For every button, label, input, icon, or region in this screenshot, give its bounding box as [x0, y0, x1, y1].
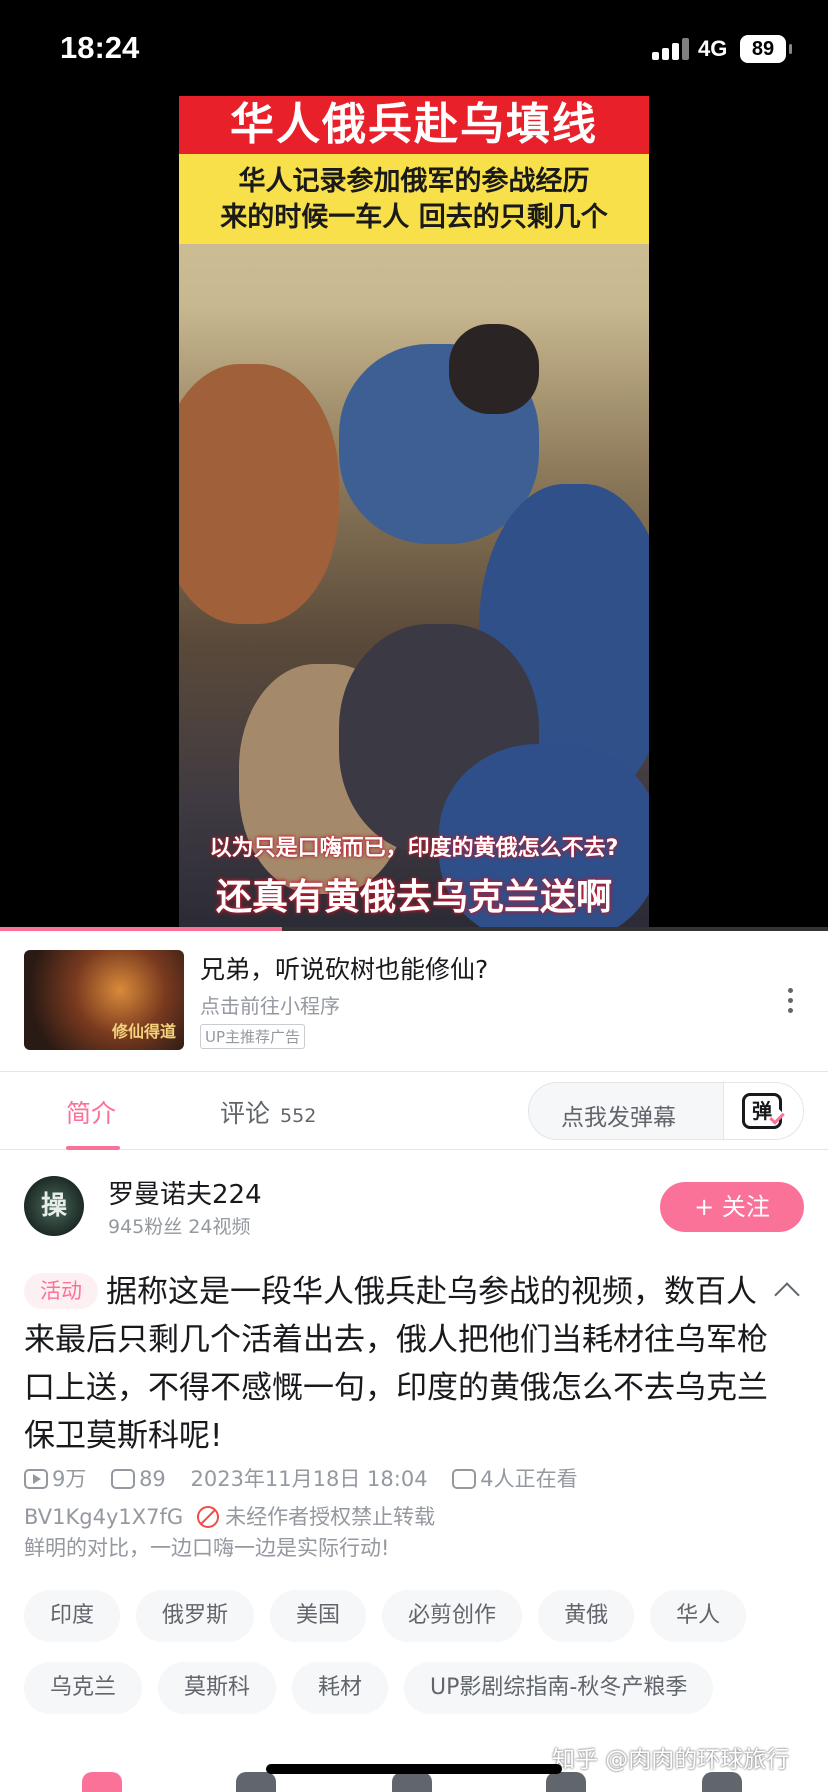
- play-count-icon: [24, 1469, 48, 1489]
- video-description: 活动 据称这是一段华人俄兵赴乌参战的视频，数百人来最后只剩几个活着出去，俄人把他们…: [24, 1268, 784, 1460]
- danmaku-toggle-button[interactable]: 弹: [723, 1083, 803, 1139]
- video-frame[interactable]: 华人俄兵赴乌填线 华人记录参加俄军的参战经历 来的时候一车人 回去的只剩几个 以…: [179, 96, 649, 930]
- tag-chip[interactable]: 乌克兰: [24, 1662, 143, 1714]
- view-count: 9万: [52, 1467, 87, 1491]
- tab-intro[interactable]: 简介: [66, 1094, 116, 1130]
- activity-badge[interactable]: 活动: [24, 1273, 98, 1309]
- video-player[interactable]: 18:24 4G 89 华人俄兵赴乌填线 华人记录参加俄军的参战经历 来的时候一…: [0, 0, 828, 931]
- uploader-stats: 945粉丝 24视频: [108, 1216, 251, 1238]
- home-indicator: [266, 1764, 562, 1774]
- favorite-icon[interactable]: [392, 1772, 432, 1792]
- video-scene-image: [179, 244, 649, 930]
- video-tagline: 鲜明的对比，一边口嗨一边是实际行动!: [24, 1536, 390, 1560]
- tag-chip[interactable]: 美国: [270, 1590, 367, 1642]
- bvid: BV1Kg4y1X7fG: [24, 1505, 184, 1529]
- share-icon[interactable]: [702, 1772, 742, 1792]
- comment-count: 552: [280, 1105, 317, 1127]
- status-time: 18:24: [60, 30, 140, 65]
- danmaku-count: 89: [139, 1467, 166, 1491]
- network-type: 4G: [698, 36, 728, 61]
- repost-notice: 未经作者授权禁止转载: [225, 1505, 436, 1529]
- video-progress-bar[interactable]: [0, 927, 828, 931]
- tag-chip[interactable]: 必剪创作: [382, 1590, 523, 1642]
- ad-tag: UP主推荐广告: [200, 1024, 306, 1049]
- video-caption-small: 以为只是口嗨而已，印度的黄俄怎么不去?: [209, 836, 619, 861]
- tag-chip[interactable]: 黄俄: [538, 1590, 635, 1642]
- tab-comments-label: 评论: [220, 1099, 271, 1128]
- tab-active-underline: [66, 1146, 120, 1150]
- tag-chip[interactable]: 华人: [650, 1590, 747, 1642]
- star-icon[interactable]: [546, 1772, 586, 1792]
- tag-chip[interactable]: 耗材: [292, 1662, 389, 1714]
- tag-chip[interactable]: 莫斯科: [158, 1662, 277, 1714]
- coin-icon[interactable]: [236, 1772, 276, 1792]
- video-meta: 9万 89 2023年11月18日 18:04 4人正在看 BV1Kg4y1X7…: [24, 1460, 814, 1536]
- ad-title: 兄弟，听说砍树也能修仙?: [200, 955, 489, 984]
- tag-list: 印度 俄罗斯 美国 必剪创作 黄俄 华人乌克兰 莫斯科 耗材 UP影剧综指南-秋冬产粮季: [24, 1590, 814, 1734]
- status-bar: 18:24 4G 89: [0, 0, 828, 96]
- follow-button[interactable]: + 关注: [660, 1182, 804, 1232]
- signal-icon: [652, 38, 690, 60]
- video-subtitle-line1: 华人记录参加俄军的参战经历: [238, 166, 590, 197]
- bottom-toolbar: [0, 1772, 828, 1792]
- danmaku-count-icon: [111, 1469, 136, 1489]
- uploader-row: 操 罗曼诺夫224 945粉丝 24视频 + 关注: [0, 1160, 828, 1260]
- tab-comments[interactable]: 评论 552: [220, 1094, 316, 1130]
- ad-thumbnail-text: 修仙得道: [111, 1022, 176, 1041]
- video-progress-fill: [0, 927, 282, 931]
- like-icon[interactable]: [82, 1772, 122, 1792]
- video-subtitle-line2: 来的时候一车人 回去的只剩几个: [220, 202, 608, 233]
- uploader-name[interactable]: 罗曼诺夫224: [108, 1174, 262, 1211]
- tag-chip[interactable]: 印度: [24, 1590, 121, 1642]
- tag-chip[interactable]: UP影剧综指南-秋冬产粮季: [404, 1662, 714, 1714]
- description-text: 据称这是一段华人俄兵赴乌参战的视频，数百人来最后只剩几个活着出去，俄人把他们当耗…: [24, 1274, 768, 1454]
- detail-tabs: 简介 评论 552 点我发弹幕 弹: [0, 1072, 828, 1150]
- ad-subtitle: 点击前往小程序: [200, 994, 340, 1018]
- ad-thumbnail: 修仙得道: [24, 950, 184, 1050]
- ad-card[interactable]: 修仙得道 兄弟，听说砍树也能修仙? 点击前往小程序 UP主推荐广告: [0, 932, 828, 1072]
- watching-count: 4人正在看: [480, 1467, 578, 1491]
- viewers-icon: [452, 1469, 477, 1489]
- video-title-band: 华人俄兵赴乌填线: [179, 96, 649, 154]
- tag-chip[interactable]: 俄罗斯: [136, 1590, 255, 1642]
- publish-date: 2023年11月18日 18:04: [190, 1467, 428, 1491]
- avatar[interactable]: 操: [24, 1176, 84, 1236]
- danmaku-placeholder: 点我发弹幕: [561, 1105, 676, 1131]
- battery-icon: 89: [740, 35, 792, 63]
- more-icon[interactable]: [784, 988, 796, 1018]
- danmaku-input[interactable]: 点我发弹幕 弹: [528, 1082, 804, 1140]
- video-subtitle-band: 华人记录参加俄军的参战经历 来的时候一车人 回去的只剩几个: [179, 154, 649, 244]
- no-repost-icon: [197, 1506, 220, 1528]
- watermark: 知乎 @肉肉的环球旅行: [552, 1747, 790, 1773]
- video-caption-big: 还真有黄俄去乌克兰送啊: [215, 877, 612, 918]
